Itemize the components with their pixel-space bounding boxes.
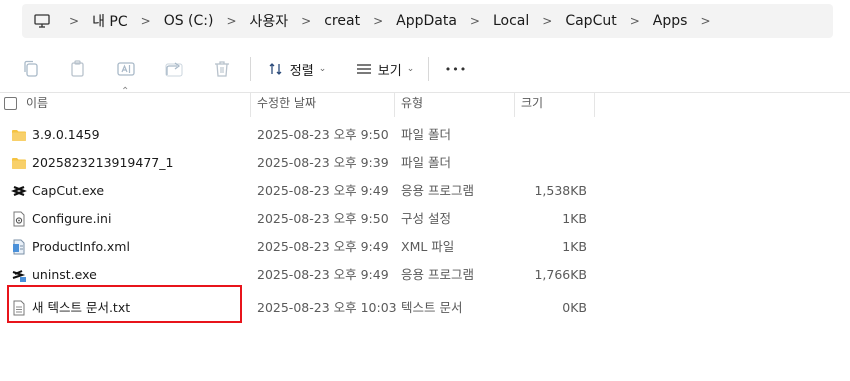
view-list-icon [356, 64, 371, 74]
breadcrumb-item-local[interactable]: Local [493, 13, 529, 29]
settings-file-icon [13, 211, 25, 227]
folder-icon [12, 158, 26, 169]
file-size [487, 121, 587, 149]
xml-file-icon [13, 239, 25, 255]
sort-ascending-icon: ⌃ [121, 86, 130, 97]
file-name: 3.9.0.1459 [32, 127, 100, 142]
sort-icon [269, 63, 282, 75]
breadcrumb-separator[interactable]: > [373, 14, 383, 28]
file-name: CapCut.exe [32, 183, 105, 198]
more-options-button[interactable]: ••• [442, 54, 470, 84]
file-size: 1KB [562, 239, 587, 254]
file-modified-date: 2025-08-23 오후 9:49 [257, 267, 389, 282]
breadcrumb-separator[interactable]: > [69, 14, 79, 28]
share-button[interactable] [162, 54, 186, 84]
column-header: ⌃ 이름 수정한 날짜 유형 크기 [0, 86, 850, 117]
clipboard-icon [71, 60, 84, 77]
file-row[interactable]: 3.9.0.1459 2025-08-23 오후 9:50 파일 폴더 [0, 121, 850, 149]
file-row[interactable]: ProductInfo.xml 2025-08-23 오후 9:49 XML 파… [0, 233, 850, 261]
file-modified-date: 2025-08-23 오후 9:49 [257, 183, 389, 198]
copy-button[interactable] [19, 54, 43, 84]
breadcrumb-item-this-pc[interactable]: 내 PC [92, 11, 128, 31]
file-type: 응용 프로그램 [401, 183, 474, 198]
file-type: 텍스트 문서 [401, 300, 463, 315]
capcut-app-icon [11, 185, 27, 197]
breadcrumb-separator[interactable]: > [700, 14, 710, 28]
file-type: 파일 폴더 [401, 155, 451, 170]
column-divider[interactable] [250, 92, 251, 117]
file-row[interactable]: 2025823213919477_1 2025-08-23 오후 9:39 파일… [0, 149, 850, 177]
breadcrumb-item-users[interactable]: 사용자 [250, 11, 289, 31]
breadcrumb-item-os-drive[interactable]: OS (C:) [164, 13, 214, 29]
column-divider[interactable] [514, 92, 515, 117]
rename-button[interactable] [114, 54, 138, 84]
file-name: Configure.ini [32, 211, 112, 226]
breadcrumb-separator[interactable]: > [301, 14, 311, 28]
column-header-name[interactable]: 이름 [26, 92, 48, 117]
chevron-down-icon: ⌄ [318, 64, 327, 74]
file-row[interactable]: CapCut.exe 2025-08-23 오후 9:49 응용 프로그램 1,… [0, 177, 850, 205]
breadcrumb-separator[interactable]: > [226, 14, 236, 28]
file-size: 1KB [562, 211, 587, 226]
address-bar[interactable]: > 내 PC > OS (C:) > 사용자 > creat > AppData… [22, 4, 833, 38]
this-pc-icon[interactable] [34, 14, 50, 28]
sort-label: 정렬 [289, 63, 314, 79]
breadcrumb-separator[interactable]: > [542, 14, 552, 28]
breadcrumb-separator[interactable]: > [630, 14, 640, 28]
trash-icon [215, 61, 229, 77]
file-row[interactable]: Configure.ini 2025-08-23 오후 9:50 구성 설정 1… [0, 205, 850, 233]
file-type: XML 파일 [401, 239, 455, 254]
column-header-size[interactable]: 크기 [521, 92, 543, 117]
file-modified-date: 2025-08-23 오후 9:50 [257, 211, 389, 226]
folder-icon [12, 130, 26, 141]
file-name: ProductInfo.xml [32, 239, 130, 254]
file-name: 2025823213919477_1 [32, 155, 174, 170]
column-divider[interactable] [594, 92, 595, 117]
select-all-checkbox[interactable] [4, 97, 17, 110]
file-modified-date: 2025-08-23 오후 9:39 [257, 155, 389, 170]
file-type: 파일 폴더 [401, 127, 451, 142]
share-icon [165, 62, 183, 77]
breadcrumb-item-appdata[interactable]: AppData [396, 13, 457, 29]
delete-button[interactable] [210, 54, 234, 84]
rename-icon [117, 62, 135, 76]
file-size: 0KB [562, 300, 587, 315]
view-button[interactable]: 보기 ⌄ [353, 54, 417, 84]
chevron-down-icon: ⌄ [406, 64, 415, 74]
breadcrumb-item-capcut[interactable]: CapCut [565, 13, 616, 29]
toolbar-divider [250, 57, 251, 81]
breadcrumb-item-user[interactable]: creat [324, 13, 360, 29]
sort-button[interactable]: 정렬 ⌄ [264, 54, 330, 84]
file-size [487, 149, 587, 177]
file-modified-date: 2025-08-23 오후 9:50 [257, 127, 389, 142]
column-divider[interactable] [394, 92, 395, 117]
paste-button[interactable] [66, 54, 90, 84]
breadcrumb-separator[interactable]: > [470, 14, 480, 28]
highlight-box [7, 285, 242, 323]
uninstaller-icon [12, 270, 26, 282]
view-label: 보기 [377, 63, 402, 79]
column-header-type[interactable]: 유형 [401, 92, 423, 117]
column-header-date[interactable]: 수정한 날짜 [257, 92, 316, 117]
file-type: 구성 설정 [401, 211, 451, 226]
file-modified-date: 2025-08-23 오후 9:49 [257, 239, 389, 254]
toolbar-divider [428, 57, 429, 81]
file-size: 1,538KB [534, 183, 587, 198]
file-modified-date: 2025-08-23 오후 10:03 [257, 300, 397, 315]
breadcrumb-item-apps[interactable]: Apps [653, 13, 688, 29]
copy-icon [24, 60, 38, 77]
breadcrumb-separator[interactable]: > [141, 14, 151, 28]
file-type: 응용 프로그램 [401, 267, 474, 282]
file-size: 1,766KB [534, 267, 587, 282]
